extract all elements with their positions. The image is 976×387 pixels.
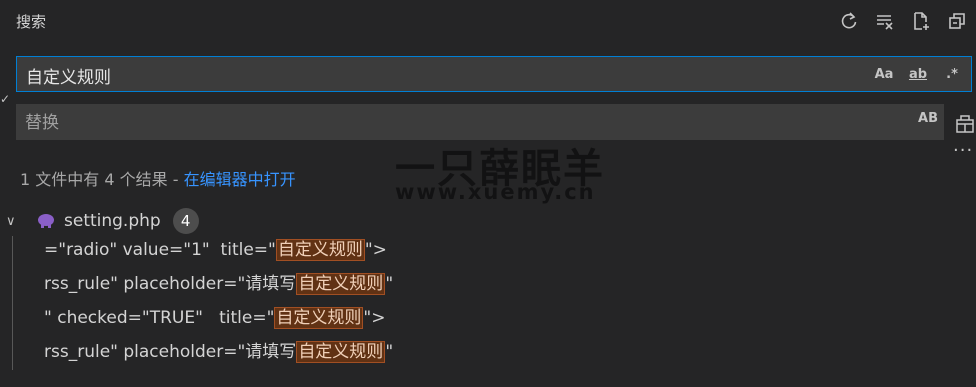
open-in-editor-link[interactable]: 在编辑器中打开: [184, 170, 296, 189]
use-regex-toggle[interactable]: .*: [939, 63, 965, 85]
replace-input-box: AB: [16, 104, 944, 142]
match-whole-word-toggle[interactable]: ab: [905, 63, 931, 85]
header-actions: [836, 8, 970, 34]
match-highlight: 自定义规则: [296, 273, 386, 295]
toggle-replace-chevron-icon[interactable]: ✓: [0, 92, 10, 106]
match-count-badge: 4: [172, 208, 199, 234]
clear-results-icon[interactable]: [872, 8, 898, 34]
match-line[interactable]: rss_rule" placeholder="请填写 自定义规则 ": [44, 337, 393, 367]
match-prefix: rss_rule" placeholder="请填写: [44, 274, 297, 294]
watermark-url: www.xuemy.cn: [395, 180, 596, 204]
match-suffix: ">: [364, 240, 387, 260]
php-elephant-icon: [36, 213, 56, 229]
search-input[interactable]: [24, 57, 868, 93]
replace-all-icon[interactable]: [954, 110, 976, 134]
new-search-editor-icon[interactable]: [908, 8, 934, 34]
search-options: Aa ab .*: [871, 63, 965, 85]
panel-title: 搜索: [16, 13, 47, 31]
preserve-case-toggle[interactable]: AB: [918, 111, 938, 126]
match-prefix: ="radio" value="1" title=": [44, 240, 276, 260]
search-input-box: Aa ab .*: [16, 56, 972, 93]
file-result-row[interactable]: ∨ setting.php 4: [0, 208, 976, 234]
match-prefix: rss_rule" placeholder="请填写: [44, 342, 297, 362]
match-line[interactable]: rss_rule" placeholder="请填写 自定义规则 ": [44, 269, 393, 299]
file-name: setting.php: [64, 211, 161, 231]
more-actions-icon[interactable]: ···: [953, 140, 973, 161]
match-case-toggle[interactable]: Aa: [871, 63, 897, 85]
chevron-down-icon[interactable]: ∨: [6, 214, 20, 229]
match-suffix: ": [385, 274, 394, 294]
tree-indent-guide: [12, 236, 13, 370]
match-suffix: ": [385, 342, 394, 362]
refresh-icon[interactable]: [836, 8, 862, 34]
match-suffix: ">: [363, 308, 386, 328]
match-highlight: 自定义规则: [275, 239, 365, 261]
collapse-all-icon[interactable]: [944, 8, 970, 34]
results-summary: 1 文件中有 4 个结果 - 在编辑器中打开: [20, 166, 296, 190]
search-panel-header: 搜索: [0, 0, 976, 44]
match-line[interactable]: ="radio" value="1" title=" 自定义规则 ">: [44, 235, 387, 265]
match-line[interactable]: " checked="TRUE" title=" 自定义规则 ">: [44, 303, 386, 333]
match-prefix: " checked="TRUE" title=": [44, 308, 275, 328]
results-count-text: 1 文件中有 4 个结果 -: [20, 170, 184, 189]
match-highlight: 自定义规则: [274, 307, 364, 329]
match-highlight: 自定义规则: [296, 341, 386, 363]
